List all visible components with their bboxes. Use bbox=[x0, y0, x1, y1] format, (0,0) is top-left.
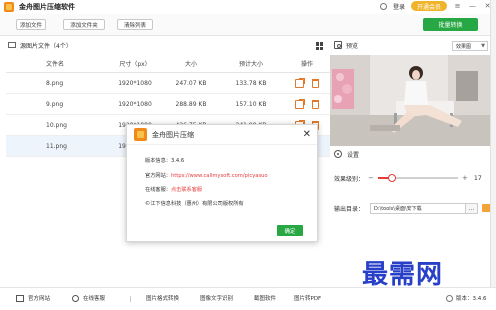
file-dims: 1920*1080 bbox=[118, 100, 152, 108]
add-file-button[interactable]: 添加文件 bbox=[16, 19, 46, 30]
home-icon bbox=[16, 294, 24, 302]
footer-version-label: 版本：3.4.6 bbox=[456, 296, 487, 302]
file-name: 11.png bbox=[46, 142, 67, 150]
dialog-website-row: 官方网站：https://www.callmysoft.com/picyasuo bbox=[145, 172, 268, 179]
file-dims: 1920*1080 bbox=[118, 79, 152, 87]
file-name: 10.png bbox=[46, 121, 67, 129]
slider-thumb[interactable] bbox=[387, 174, 396, 182]
table-row[interactable]: 8.png 1920*1080 247.07 KB 133.78 KB bbox=[6, 73, 330, 94]
dialog-version: 版本信息：3.4.6 bbox=[145, 158, 185, 164]
user-icon[interactable] bbox=[379, 2, 387, 10]
footer-version: 版本：3.4.6 bbox=[446, 294, 487, 302]
footer-support-label: 在线客服 bbox=[83, 296, 106, 302]
title-bar-actions: 登录 开通会员 ≡ — ✕ bbox=[379, 1, 492, 11]
title-bar: 金舟图片压缩软件 登录 开通会员 ≡ — ✕ bbox=[0, 0, 496, 14]
open-file-icon[interactable] bbox=[295, 77, 305, 88]
effect-level-slider[interactable] bbox=[378, 174, 458, 182]
app-logo-icon bbox=[134, 128, 147, 141]
footer-link-screenshot[interactable]: 截图软件 bbox=[254, 294, 276, 302]
dialog-copyright: ©江下信息科技（惠州）有限公司版权所有 bbox=[145, 201, 244, 207]
file-size: 247.07 KB bbox=[175, 79, 207, 87]
output-directory-label: 输出目录： bbox=[334, 205, 365, 213]
batch-convert-button[interactable]: 批量转换 bbox=[423, 18, 478, 31]
app-logo-icon bbox=[4, 2, 14, 12]
app-title: 金舟图片压缩软件 bbox=[19, 3, 75, 11]
effect-level-row: 效果级别： − + 17 bbox=[334, 173, 494, 183]
footer-website-label: 官方网站 bbox=[28, 296, 51, 302]
preview-image bbox=[330, 55, 490, 146]
output-directory-row: 输出目录： D:\tools\桌面\安下载 ... bbox=[334, 202, 494, 214]
column-header-dims: 尺寸（px） bbox=[119, 61, 151, 68]
add-folder-button[interactable]: 添加文件夹 bbox=[63, 19, 105, 30]
minus-icon[interactable]: − bbox=[368, 174, 374, 182]
file-name: 8.png bbox=[46, 79, 64, 87]
footer-website-link[interactable]: 官方网站 bbox=[16, 294, 50, 302]
info-icon bbox=[446, 294, 453, 302]
table-header: 文件名 尺寸（px） 大小 预计大小 操作 bbox=[6, 55, 330, 73]
column-header-actions: 操作 bbox=[300, 61, 313, 68]
row-actions bbox=[284, 98, 330, 109]
dialog-ok-button[interactable]: 确定 bbox=[277, 225, 303, 236]
column-header-name: 文件名 bbox=[46, 61, 65, 68]
browse-button[interactable]: ... bbox=[466, 202, 478, 214]
preview-photo-graphic bbox=[330, 55, 490, 146]
dialog-support-label: 在线客服： bbox=[145, 187, 171, 193]
effect-level-label: 效果级别： bbox=[334, 175, 365, 183]
footer-link-format-convert[interactable]: 图片格式转换 bbox=[146, 294, 179, 302]
preview-icon bbox=[334, 41, 342, 49]
file-list-title: 源图片文件（4个） bbox=[20, 42, 72, 50]
file-size: 288.89 KB bbox=[175, 100, 207, 108]
gear-icon bbox=[334, 150, 342, 158]
preview-mode-select[interactable]: 效果图 ▼ bbox=[452, 41, 488, 51]
plus-icon[interactable]: + bbox=[462, 174, 470, 182]
about-dialog: 金舟图片压缩 ✕ 版本信息：3.4.6 官方网站：https://www.cal… bbox=[126, 124, 318, 242]
file-list-header: 源图片文件（4个） bbox=[6, 38, 330, 52]
menu-icon[interactable]: ≡ bbox=[453, 1, 462, 11]
delete-icon[interactable] bbox=[312, 78, 319, 88]
chevron-down-icon: ▼ bbox=[481, 43, 485, 49]
column-header-size: 大小 bbox=[184, 61, 197, 68]
effect-level-value: 17 bbox=[474, 174, 482, 182]
watermark: 最需网 bbox=[362, 260, 444, 290]
dialog-website-link[interactable]: https://www.callmysoft.com/picyasuo bbox=[171, 173, 268, 179]
dialog-support-link[interactable]: 点击联系客服 bbox=[171, 187, 202, 193]
clear-list-button[interactable]: 清除列表 bbox=[117, 19, 153, 30]
toolbar: 添加文件 添加文件夹 清除列表 批量转换 bbox=[0, 14, 496, 36]
footer-link-image-to-pdf[interactable]: 图片转PDF bbox=[294, 294, 321, 302]
preview-label: 预览 bbox=[346, 42, 359, 50]
support-icon bbox=[72, 294, 79, 302]
folder-icon bbox=[8, 42, 16, 48]
dialog-header: 金舟图片压缩 bbox=[127, 125, 317, 145]
row-actions bbox=[284, 77, 330, 88]
dialog-support-row: 在线客服：点击联系客服 bbox=[145, 186, 202, 193]
dialog-close-icon[interactable]: ✕ bbox=[303, 129, 311, 140]
file-name: 9.png bbox=[46, 100, 64, 108]
window-frame bbox=[490, 0, 496, 287]
file-estimated-size: 157.10 KB bbox=[235, 100, 267, 108]
grid-view-icon[interactable] bbox=[316, 42, 324, 50]
minimize-icon[interactable]: — bbox=[468, 1, 477, 11]
output-directory-field[interactable]: D:\tools\桌面\安下载 bbox=[370, 202, 466, 214]
open-file-icon[interactable] bbox=[295, 98, 305, 109]
dialog-title: 金舟图片压缩 bbox=[152, 130, 194, 139]
delete-icon[interactable] bbox=[312, 99, 319, 109]
login-link[interactable]: 登录 bbox=[393, 2, 405, 11]
settings-label: 设置 bbox=[347, 151, 360, 159]
settings-header: 设置 bbox=[334, 148, 492, 160]
file-estimated-size: 133.78 KB bbox=[235, 79, 267, 87]
dialog-website-label: 官方网站： bbox=[145, 173, 171, 179]
column-header-estimate: 预计大小 bbox=[238, 61, 263, 68]
preview-mode-value: 效果图 bbox=[456, 43, 472, 50]
table-row[interactable]: 9.png 1920*1080 288.89 KB 157.10 KB bbox=[6, 94, 330, 115]
footer-support-link[interactable]: 在线客服 bbox=[72, 294, 105, 302]
footer-link-ocr[interactable]: 图像文字识别 bbox=[200, 294, 233, 302]
footer-divider bbox=[130, 296, 131, 302]
vip-button[interactable]: 开通会员 bbox=[410, 1, 447, 11]
